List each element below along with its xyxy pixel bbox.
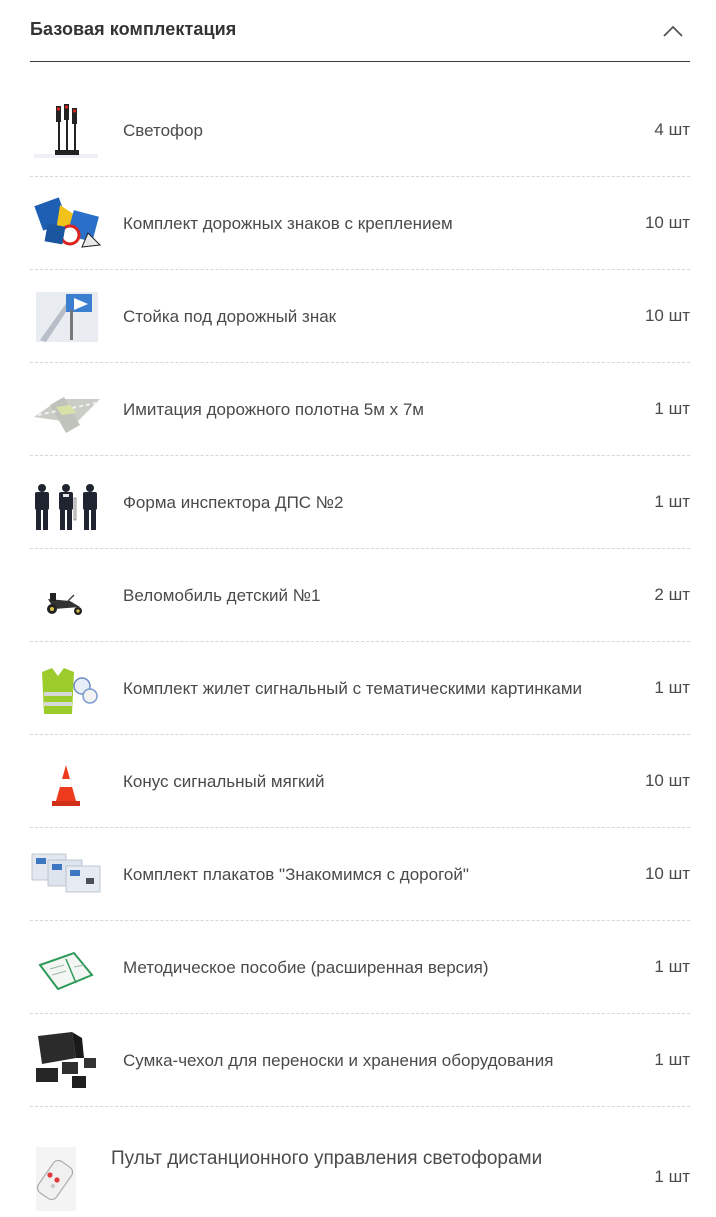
- traffic-cone-icon: [52, 765, 80, 806]
- section-title: Базовая комплектация: [30, 19, 237, 39]
- item-quantity: 1 шт: [654, 399, 690, 418]
- item-quantity: 1 шт: [654, 492, 690, 511]
- carry-bag-icon: [36, 1032, 96, 1088]
- item-quantity: 10 шт: [644, 771, 690, 790]
- list-item: Комплект дорожных знаков с креплением 10…: [30, 177, 690, 270]
- item-name: Веломобиль детский №1: [123, 585, 321, 605]
- item-name: Светофор: [123, 120, 203, 140]
- list-item: Пульт дистанционного управления светофор…: [30, 1107, 690, 1217]
- item-name: Сумка-чехол для переноски и хранения обо…: [123, 1050, 554, 1070]
- list-item: Сумка-чехол для переноски и хранения обо…: [30, 1014, 690, 1107]
- item-quantity: 1 шт: [654, 957, 690, 976]
- item-quantity: 1 шт: [654, 1050, 690, 1069]
- list-item: Стойка под дорожный знак 10 шт: [30, 270, 690, 363]
- remote-control-icon: [36, 1147, 76, 1211]
- list-item: Веломобиль детский №1 2 шт: [30, 549, 690, 642]
- item-name: Комплект плакатов "Знакомимся с дорогой": [123, 864, 469, 884]
- item-name: Пульт дистанционного управления светофор…: [111, 1148, 543, 1169]
- item-quantity: 4 шт: [654, 120, 690, 139]
- chevron-up-icon[interactable]: [662, 24, 684, 38]
- section-header[interactable]: Базовая комплектация: [30, 0, 690, 62]
- item-quantity: 1 шт: [654, 678, 690, 697]
- pedal-car-icon: [47, 593, 82, 615]
- list-item: Светофор 4 шт: [30, 84, 690, 177]
- item-name: Конус сигнальный мягкий: [123, 771, 325, 791]
- road-mat-icon: [34, 397, 100, 433]
- book-icon: [38, 951, 94, 991]
- item-quantity: 10 шт: [644, 213, 690, 232]
- item-name: Комплект дорожных знаков с креплением: [123, 213, 453, 233]
- item-name: Имитация дорожного полотна 5м х 7м: [123, 399, 424, 419]
- list-item: Комплект плакатов "Знакомимся с дорогой"…: [30, 828, 690, 921]
- posters-icon: [31, 853, 101, 893]
- list-item: Форма инспектора ДПС №2 1 шт: [30, 456, 690, 549]
- item-name: Стойка под дорожный знак: [123, 306, 337, 326]
- item-name: Методическое пособие (расширенная версия…: [123, 957, 489, 977]
- item-quantity: 1 шт: [654, 1167, 690, 1186]
- traffic-light-icon: [34, 104, 98, 158]
- item-name: Форма инспектора ДПС №2: [123, 492, 344, 512]
- list-item: Конус сигнальный мягкий 10 шт: [30, 735, 690, 828]
- police-uniform-icon: [35, 484, 97, 530]
- item-quantity: 2 шт: [654, 585, 690, 604]
- list-item: Методическое пособие (расширенная версия…: [30, 921, 690, 1014]
- item-quantity: 10 шт: [644, 306, 690, 325]
- safety-vest-icon: [42, 668, 98, 714]
- road-signs-icon: [34, 197, 102, 248]
- sign-stand-icon: [36, 292, 98, 342]
- list-item: Комплект жилет сигнальный с тематическим…: [30, 642, 690, 735]
- item-name: Комплект жилет сигнальный с тематическим…: [123, 678, 583, 698]
- list-item: Имитация дорожного полотна 5м х 7м 1 шт: [30, 363, 690, 456]
- item-quantity: 10 шт: [644, 864, 690, 883]
